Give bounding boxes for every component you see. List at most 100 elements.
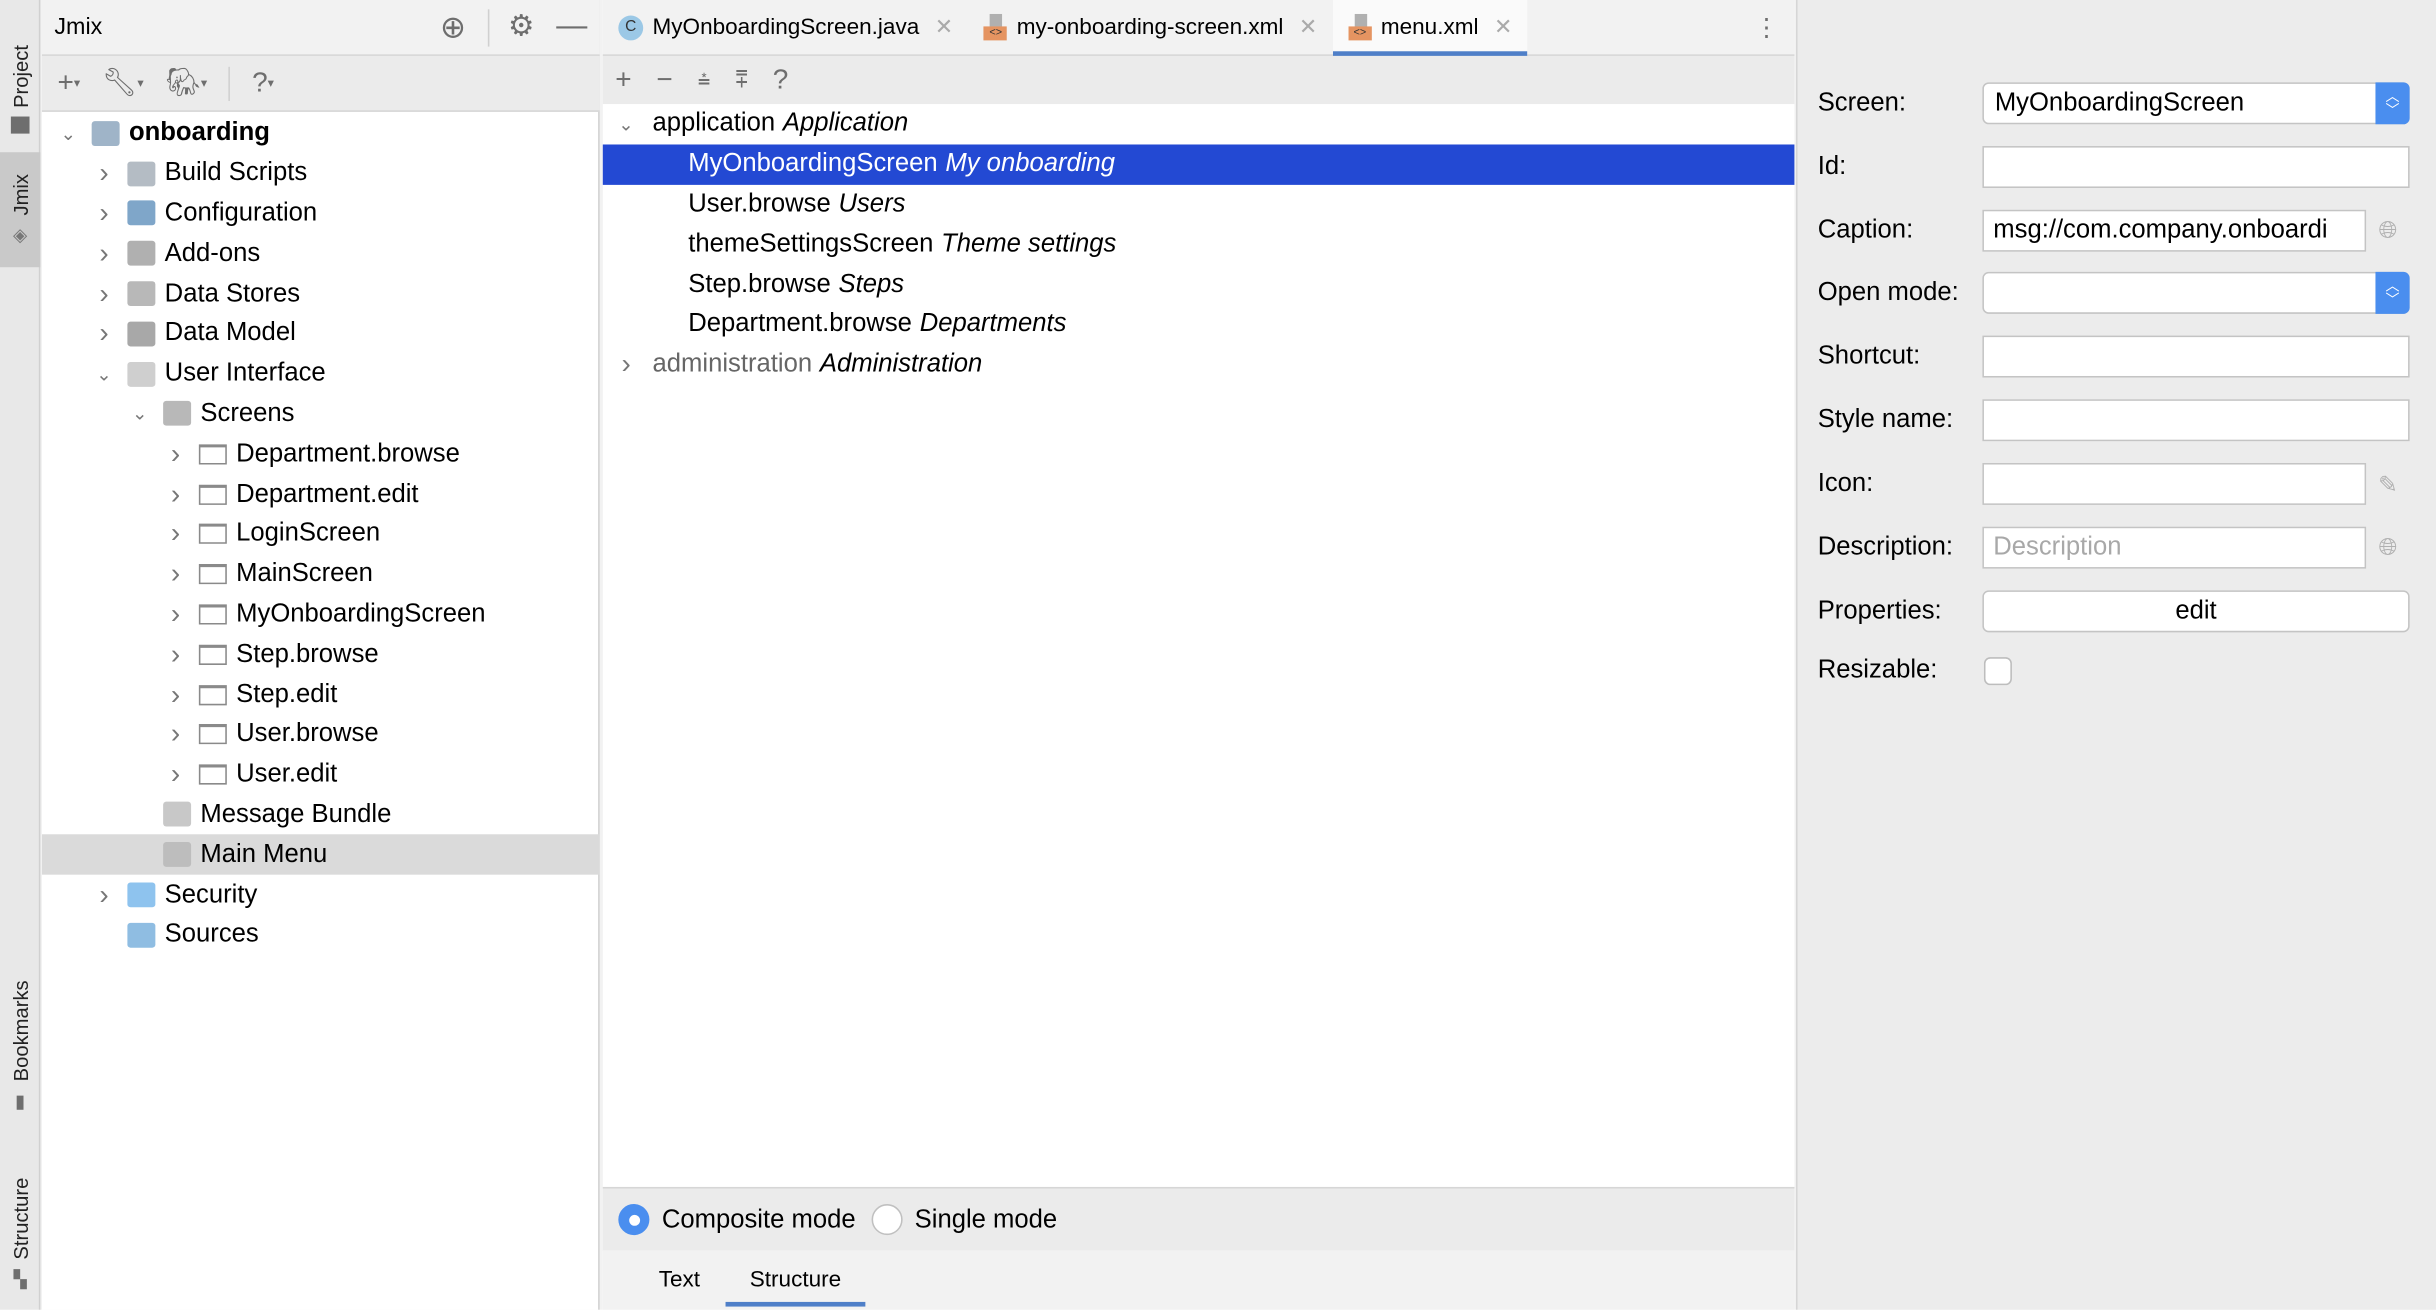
tree-item[interactable]: › Step.edit xyxy=(42,675,600,715)
tree-item[interactable]: › Department.browse xyxy=(42,434,600,474)
locate-icon[interactable]: ⊕ xyxy=(440,8,466,47)
tab-my-onboarding-screen-xml[interactable]: my-onboarding-screen.xml ✕ xyxy=(969,0,1333,54)
tree-item[interactable]: › Data Model xyxy=(42,314,600,354)
chevron-right-icon[interactable]: › xyxy=(93,318,115,351)
add-icon[interactable]: + ▾ xyxy=(57,67,80,100)
menu-item[interactable]: themeSettingsScreen Theme settings xyxy=(603,224,1795,264)
caption-label: Caption: xyxy=(1817,215,1914,244)
tree-item[interactable]: › Data Stores xyxy=(42,274,600,314)
tree-item-label: Department.edit xyxy=(236,479,419,508)
help-icon[interactable]: ? ▾ xyxy=(252,67,274,100)
chevron-right-icon[interactable]: › xyxy=(165,478,187,511)
globe-icon[interactable]: 🌐︎ xyxy=(2366,534,2410,560)
bookmarks-tab-label: Bookmarks xyxy=(8,980,32,1082)
menu-item[interactable]: User.browse Users xyxy=(603,184,1795,224)
pencil-icon[interactable]: ✎ xyxy=(2366,470,2410,498)
icon-input[interactable] xyxy=(1982,462,2367,505)
menu-item[interactable]: ⌄ application Application xyxy=(603,104,1795,144)
chevron-down-icon[interactable]: ⌄ xyxy=(57,123,79,145)
chevron-right-icon[interactable]: › xyxy=(93,879,115,912)
chevron-down-icon[interactable]: ⌄ xyxy=(129,403,151,425)
edit-properties-button[interactable]: edit xyxy=(1982,590,2410,633)
single-mode-radio[interactable] xyxy=(871,1204,903,1236)
add-item-icon[interactable]: + xyxy=(615,64,631,97)
updown-chevron-icon: ︿ ﹀ xyxy=(2375,82,2410,125)
tree-item[interactable]: › LoginScreen xyxy=(42,514,600,554)
tree-item[interactable]: ⌄ onboarding xyxy=(42,113,600,153)
menu-item[interactable]: Step.browse Steps xyxy=(603,264,1795,304)
tree-item[interactable]: › User.edit xyxy=(42,755,600,795)
chevron-right-icon[interactable]: › xyxy=(165,518,187,551)
resizable-checkbox[interactable] xyxy=(1983,656,2012,685)
tree-item[interactable]: Main Menu xyxy=(41,834,600,875)
tree-item[interactable]: ⌄ User Interface xyxy=(42,354,600,394)
tree-item[interactable]: › Add-ons xyxy=(42,234,600,274)
tab-text[interactable]: Text xyxy=(634,1251,725,1310)
bookmarks-tool-tab[interactable]: Bookmarks ▮ xyxy=(0,951,40,1112)
composite-mode-radio[interactable] xyxy=(618,1204,650,1236)
structure-tab-label: Structure xyxy=(8,1178,32,1260)
style-name-input[interactable] xyxy=(1982,399,2410,442)
tree-item[interactable]: › Step.browse xyxy=(42,634,600,674)
tab-structure[interactable]: Structure xyxy=(724,1251,866,1310)
chevron-right-icon[interactable]: › xyxy=(93,157,115,190)
globe-icon[interactable]: 🌐︎ xyxy=(2366,218,2410,244)
tab-my-onboarding-screen-java[interactable]: C MyOnboardingScreen.java ✕ xyxy=(603,0,969,54)
id-input[interactable] xyxy=(1982,146,2410,188)
chevron-right-icon[interactable]: › xyxy=(165,678,187,711)
gradle-icon[interactable]: 🐘︎ ▾ xyxy=(165,67,207,100)
tree-item[interactable]: › Configuration xyxy=(42,194,600,234)
open-mode-select[interactable]: ︿ ﹀ xyxy=(1982,271,2410,314)
tree-item[interactable]: › User.browse xyxy=(42,715,600,755)
tree-item-label: User Interface xyxy=(164,359,326,388)
chevron-down-icon[interactable]: ⌄ xyxy=(93,363,115,385)
screen-select[interactable]: MyOnboardingScreen ︿ ﹀ xyxy=(1982,82,2410,125)
shortcut-input[interactable] xyxy=(1982,335,2410,378)
help-icon[interactable]: ? xyxy=(773,64,789,97)
composite-mode-label[interactable]: Composite mode xyxy=(662,1205,856,1235)
tool-window-strip: Project Jmix ◈ Bookmarks ▮ Structure ▚ xyxy=(0,0,41,1310)
chevron-right-icon[interactable]: › xyxy=(165,718,187,751)
description-input[interactable]: Description xyxy=(1982,526,2367,569)
tree-item[interactable]: › MainScreen xyxy=(42,554,600,594)
tree-item[interactable]: › Security xyxy=(42,875,600,915)
structure-tool-tab[interactable]: Structure ▚ xyxy=(0,1150,40,1290)
menu-item[interactable]: Department.browse Departments xyxy=(603,304,1795,344)
single-mode-label[interactable]: Single mode xyxy=(915,1205,1058,1235)
chevron-right-icon[interactable]: › xyxy=(165,598,187,631)
chevron-right-icon[interactable]: › xyxy=(165,438,187,471)
tree-item[interactable]: › Department.edit xyxy=(42,474,600,514)
menu-item[interactable]: MyOnboardingScreen My onboarding xyxy=(602,144,1795,185)
close-icon[interactable]: ✕ xyxy=(1494,14,1512,40)
wrench-icon[interactable]: 🔧︎ ▾ xyxy=(102,67,144,100)
more-icon[interactable]: ⋮ xyxy=(1754,0,1779,54)
chevron-right-icon[interactable]: › xyxy=(615,348,637,381)
caption-input[interactable]: msg://com.company.onboardi xyxy=(1982,209,2367,252)
menu-toolbar: + − ⩮ ⩱ ? xyxy=(602,55,1795,105)
move-down-icon[interactable]: ⩱ xyxy=(735,67,748,93)
chevron-right-icon[interactable]: › xyxy=(165,758,187,791)
tree-item[interactable]: Message Bundle xyxy=(42,795,600,835)
minimize-icon[interactable]: — xyxy=(556,9,587,45)
structure-icon: ▚ xyxy=(13,1270,27,1290)
close-icon[interactable]: ✕ xyxy=(1299,14,1317,40)
tree-item[interactable]: Sources xyxy=(42,915,600,955)
remove-item-icon[interactable]: − xyxy=(656,64,672,97)
data-model-icon xyxy=(127,321,156,347)
chevron-down-icon[interactable]: ⌄ xyxy=(615,113,637,135)
project-tool-tab[interactable]: Project xyxy=(0,6,40,134)
tree-item[interactable]: ⌄ Screens xyxy=(42,394,600,434)
chevron-right-icon[interactable]: › xyxy=(165,638,187,671)
chevron-right-icon[interactable]: › xyxy=(93,237,115,270)
chevron-right-icon[interactable]: › xyxy=(93,277,115,310)
close-icon[interactable]: ✕ xyxy=(935,14,953,40)
menu-item[interactable]: › administration Administration xyxy=(603,345,1795,385)
tree-item[interactable]: › Build Scripts xyxy=(42,153,600,193)
tab-menu-xml[interactable]: menu.xml ✕ xyxy=(1332,0,1528,56)
chevron-right-icon[interactable]: › xyxy=(93,197,115,230)
chevron-right-icon[interactable]: › xyxy=(165,558,187,591)
tree-item[interactable]: › MyOnboardingScreen xyxy=(42,594,600,634)
move-up-icon[interactable]: ⩮ xyxy=(698,67,711,93)
jmix-tool-tab[interactable]: Jmix ◈ xyxy=(0,152,41,268)
gear-icon[interactable]: ⚙ xyxy=(508,9,534,45)
